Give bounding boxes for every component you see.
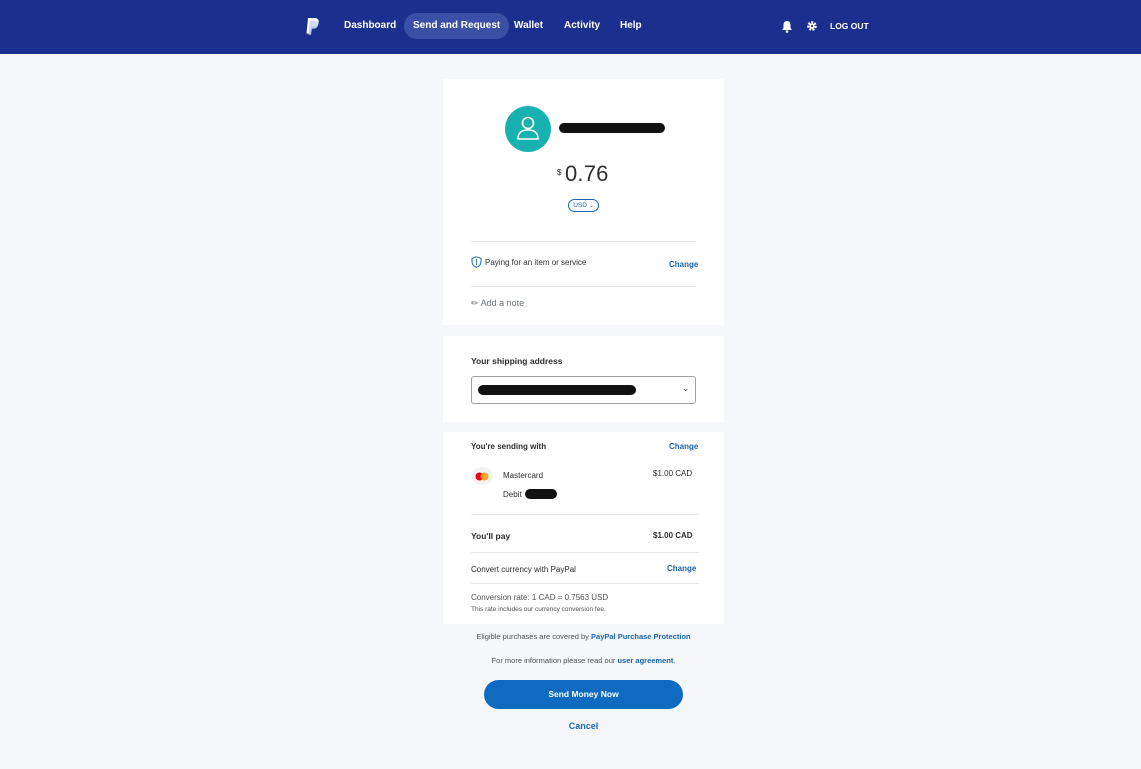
- mastercard-icon: [471, 467, 493, 485]
- add-note-label: Add a note: [480, 298, 525, 308]
- logout-link[interactable]: LOG OUT: [830, 21, 869, 31]
- nav-dashboard[interactable]: Dashboard: [335, 13, 405, 39]
- amount-value: 0.76: [565, 161, 609, 186]
- card-type: Debit: [503, 490, 522, 499]
- payment-purpose-label: Paying for an item or service: [485, 258, 587, 267]
- redacted-shipping-address: [478, 385, 636, 395]
- redacted-recipient-name: [559, 123, 665, 133]
- nav-activity[interactable]: Activity: [555, 13, 609, 39]
- cancel-link[interactable]: Cancel: [443, 721, 724, 731]
- conversion-rate: Conversion rate: 1 CAD = 0.7563 USD: [471, 593, 609, 602]
- you-pay-label: You'll pay: [471, 531, 511, 541]
- currency-selector[interactable]: USD ⌄: [568, 199, 599, 212]
- change-funding-link[interactable]: Change: [669, 442, 698, 451]
- payment-summary-card: $ 0.76 USD ⌄ Paying for an item or servi…: [443, 79, 724, 325]
- bell-icon[interactable]: [781, 20, 793, 33]
- change-conversion-link[interactable]: Change: [667, 564, 696, 573]
- nav-send-and-request[interactable]: Send and Request: [404, 13, 510, 39]
- divider: [471, 583, 699, 584]
- user-agreement-note: For more information please read our use…: [443, 656, 724, 665]
- shield-icon: [471, 256, 482, 268]
- nav-wallet[interactable]: Wallet: [505, 13, 552, 39]
- change-purpose-link[interactable]: Change: [669, 260, 698, 269]
- chevron-down-icon: ⌄: [682, 383, 690, 393]
- gear-icon[interactable]: [806, 20, 818, 32]
- paypal-logo-icon[interactable]: [305, 17, 321, 37]
- send-money-button[interactable]: Send Money Now: [484, 680, 683, 709]
- shipping-address-card: Your shipping address ⌄: [443, 336, 724, 422]
- card-amount: $1.00 CAD: [653, 469, 693, 478]
- add-note-link[interactable]: ✏︎ Add a note: [471, 298, 524, 309]
- redacted-card-number: [525, 489, 557, 499]
- currency-selector-label: USD: [573, 202, 587, 209]
- conversion-fee-note: This rate includes our currency conversi…: [471, 606, 606, 613]
- sending-with-title: You're sending with: [471, 442, 547, 451]
- agreement-prefix: For more information please read our: [491, 656, 616, 665]
- funding-source-card: You're sending with Change Mastercard De…: [443, 432, 724, 624]
- chevron-down-icon: ⌄: [588, 203, 594, 209]
- top-navigation-bar: Dashboard Send and Request Wallet Activi…: [0, 0, 1141, 54]
- user-agreement-link[interactable]: user agreement: [617, 656, 673, 665]
- divider: [471, 286, 696, 287]
- card-name: Mastercard: [503, 471, 544, 480]
- purchase-protection-note: Eligible purchases are covered by PayPal…: [443, 632, 724, 641]
- avatar: [505, 106, 551, 152]
- purchase-protection-link[interactable]: PayPal Purchase Protection: [591, 632, 691, 641]
- shipping-address-title: Your shipping address: [471, 356, 563, 366]
- you-pay-amount: $1.00 CAD: [653, 531, 693, 540]
- pencil-icon: ✏︎: [471, 298, 479, 308]
- protection-prefix: Eligible purchases are covered by: [476, 632, 589, 641]
- divider: [471, 552, 699, 553]
- nav-help[interactable]: Help: [611, 13, 651, 39]
- divider: [471, 241, 696, 242]
- user-icon: [517, 116, 539, 140]
- shipping-address-select[interactable]: ⌄: [471, 376, 696, 404]
- divider: [471, 514, 699, 515]
- agreement-suffix: .: [673, 656, 676, 665]
- currency-symbol: $: [557, 168, 562, 177]
- convert-currency-label: Convert currency with PayPal: [471, 565, 576, 574]
